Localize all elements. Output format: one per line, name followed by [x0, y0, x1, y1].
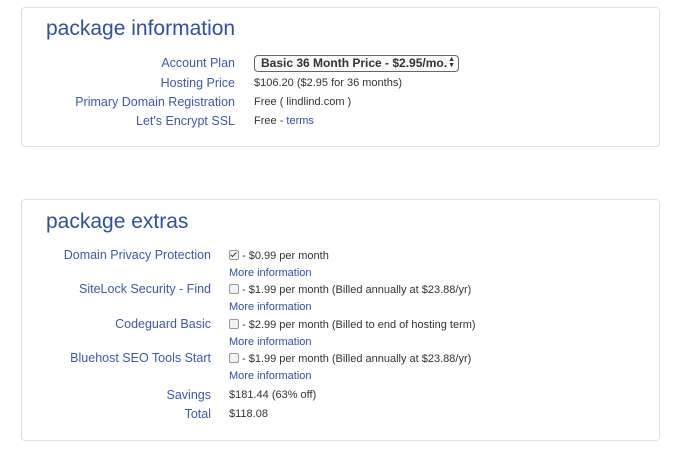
account-plan-label: Account Plan — [161, 56, 235, 70]
ssl-terms-link[interactable]: terms — [286, 115, 314, 127]
package-extras-panel: package extras Domain Privacy Protection… — [21, 199, 660, 441]
extra-price-domain-privacy: - $0.99 per month — [242, 250, 329, 262]
ssl-label: Let's Encrypt SSL — [136, 114, 235, 128]
ssl-value: Free — [254, 115, 277, 127]
extra-label-sitelock: SiteLock Security - Find — [79, 282, 211, 296]
hosting-price-label: Hosting Price — [160, 76, 235, 90]
hosting-price-value: $106.20 — [254, 77, 294, 89]
seo-tools-checkbox[interactable] — [229, 353, 239, 363]
more-info-link-sitelock[interactable]: More information — [229, 301, 312, 313]
extra-row-seo-tools: - $1.99 per month (Billed annually at $2… — [229, 353, 471, 365]
account-plan-selected-value: Basic 36 Month Price - $2.95/mo. — [261, 56, 448, 70]
total-value: $118.08 — [229, 408, 268, 420]
extra-price-sitelock: - $1.99 per month (Billed annually at $2… — [242, 284, 472, 296]
savings-label: Savings — [166, 388, 211, 402]
extra-row-sitelock: - $1.99 per month (Billed annually at $2… — [229, 284, 471, 296]
hosting-price-value-row: $106.20 ($2.95 for 36 months) — [254, 77, 402, 89]
package-information-panel: package information Account Plan Basic 3… — [21, 7, 660, 147]
primary-domain-value-row: Free ( lindlind.com ) — [254, 96, 351, 108]
extra-label-codeguard: Codeguard Basic — [115, 317, 211, 331]
extra-row-codeguard: - $2.99 per month (Billed to end of host… — [229, 319, 476, 331]
package-extras-title: package extras — [46, 210, 189, 233]
primary-domain-detail: ( lindlind.com ) — [279, 96, 352, 108]
hosting-price-detail: ($2.95 for 36 months) — [296, 77, 402, 89]
more-info-link-codeguard[interactable]: More information — [229, 336, 312, 348]
ssl-value-row: Free - terms — [254, 115, 314, 127]
codeguard-checkbox[interactable] — [229, 319, 239, 329]
extra-price-seo-tools: - $1.99 per month (Billed annually at $2… — [242, 353, 472, 365]
sitelock-checkbox[interactable] — [229, 284, 239, 294]
more-info-link-domain-privacy[interactable]: More information — [229, 267, 312, 279]
extra-label-domain-privacy: Domain Privacy Protection — [63, 248, 211, 262]
account-plan-select[interactable]: Basic 36 Month Price - $2.95/mo. ▲ ▼ — [254, 55, 459, 72]
ssl-separator: - — [279, 115, 284, 127]
select-arrows-icon: ▲ ▼ — [448, 56, 455, 69]
extra-price-codeguard: - $2.99 per month (Billed to end of host… — [242, 319, 476, 331]
extra-row-domain-privacy: - $0.99 per month — [229, 250, 329, 262]
primary-domain-label: Primary Domain Registration — [75, 95, 235, 109]
savings-value: $181.44 (63% off) — [229, 389, 317, 401]
total-label: Total — [184, 407, 211, 421]
package-information-title: package information — [46, 17, 236, 40]
extra-label-seo-tools: Bluehost SEO Tools Start — [70, 351, 211, 365]
primary-domain-value: Free — [254, 96, 277, 108]
more-info-link-seo-tools[interactable]: More information — [229, 370, 312, 382]
domain-privacy-checkbox[interactable] — [229, 250, 239, 260]
